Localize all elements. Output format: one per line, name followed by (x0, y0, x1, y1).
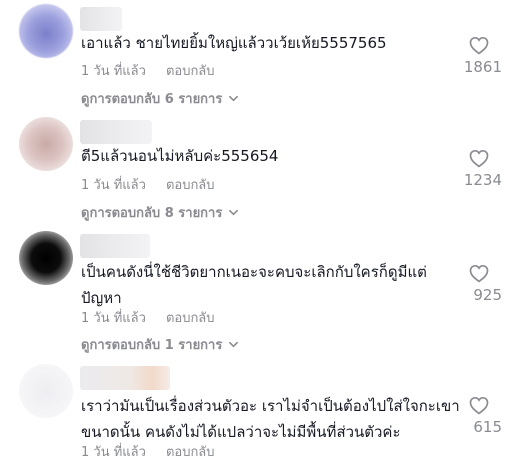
comment-item: เราว่ามันเป็นเรื่องส่วนตัวอะ เราไม่จำเป็… (0, 0, 530, 471)
username-blurred[interactable] (80, 366, 170, 390)
comment-list: เอาแล้ว ชายไทยยิ้มใหญ่แล้ววเว้ยเห้ย55575… (0, 0, 530, 471)
avatar[interactable] (19, 364, 73, 418)
comment-text: เราว่ามันเป็นเรื่องส่วนตัวอะ เราไม่จำเป็… (81, 397, 460, 441)
comment-meta: 1 วัน ที่แล้ว ตอบกลับ (81, 441, 215, 462)
reply-button[interactable]: ตอบกลับ (166, 445, 215, 460)
comment-time: 1 วัน ที่แล้ว (81, 445, 146, 460)
like-count: 615 (473, 418, 502, 436)
like-button[interactable]: 615 (454, 396, 504, 436)
heart-outline-icon (469, 396, 489, 415)
